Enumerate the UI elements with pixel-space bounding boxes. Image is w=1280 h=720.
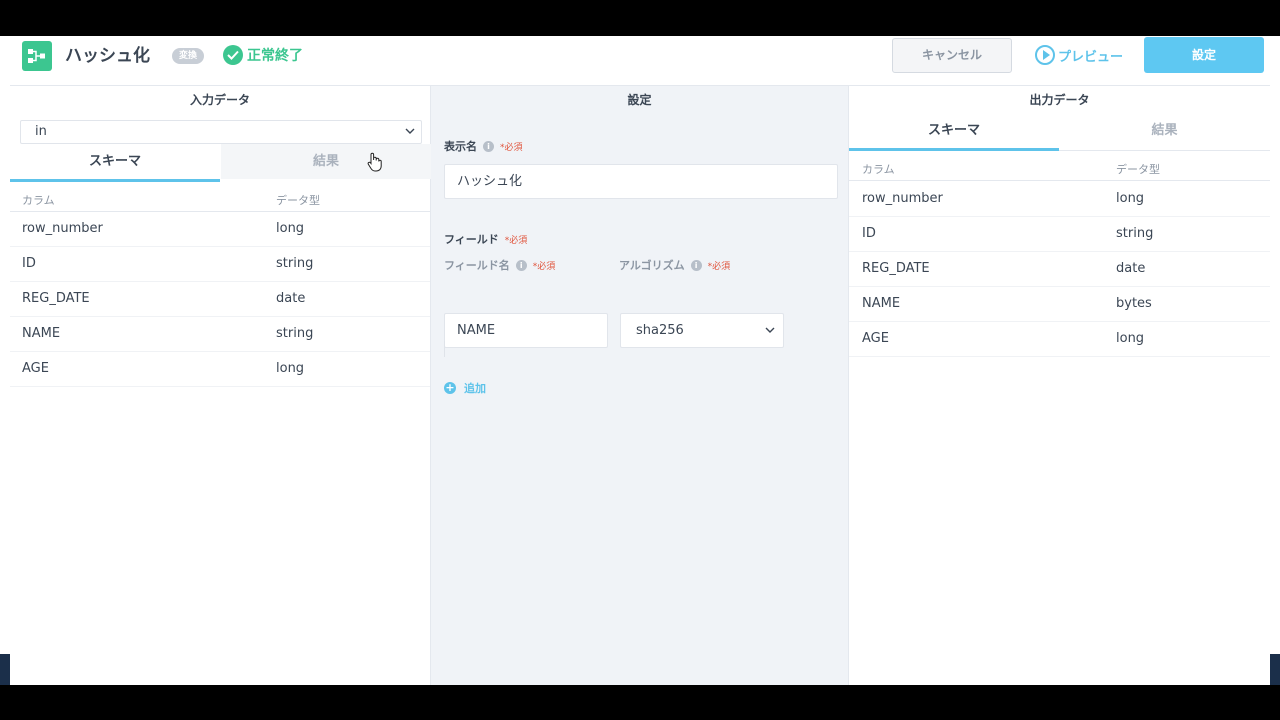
output-panel-title: 出力データ	[1029, 93, 1090, 107]
tab-input-result[interactable]: 結果	[221, 144, 431, 179]
required-mark: *必須	[500, 142, 523, 153]
output-tabs: スキーマ 結果	[849, 113, 1270, 151]
add-field-button[interactable]: + 追加	[444, 380, 486, 396]
column-type: long	[276, 221, 305, 236]
info-icon: i	[483, 140, 494, 152]
status-badge: 正常終了	[223, 44, 303, 66]
field-name-label-text: フィールド名	[444, 259, 510, 272]
hash-node-editor: ハッシュ化 変換 正常終了 キャンセル プレビュー 設定 入力データ in スキ…	[10, 36, 1270, 685]
bottom-letterbox	[0, 685, 1280, 720]
column-name: row_number	[862, 191, 943, 206]
table-row: row_number long	[849, 182, 1270, 217]
chevron-down-icon	[405, 128, 415, 134]
table-row: AGE long	[849, 322, 1270, 357]
field-name-label: フィールド名 i *必須	[444, 257, 555, 273]
table-row: NAME bytes	[849, 287, 1270, 322]
table-row: ID string	[10, 247, 430, 282]
required-mark: *必須	[707, 261, 731, 272]
column-header: カラム	[22, 194, 55, 207]
column-name: ID	[862, 226, 876, 241]
check-circle-icon	[223, 45, 243, 65]
tab-output-result[interactable]: 結果	[1059, 113, 1270, 151]
page-title: ハッシュ化	[65, 46, 150, 66]
cancel-button[interactable]: キャンセル	[892, 38, 1012, 73]
column-type: string	[1116, 226, 1154, 241]
settings-panel: 設定 表示名 i *必須 ハッシュ化 フィールド *必須 フィールド名 i *必…	[431, 86, 849, 685]
display-name-label-text: 表示名	[444, 140, 477, 153]
input-panel-title: 入力データ	[189, 93, 250, 107]
input-source-select[interactable]: in	[20, 120, 422, 144]
required-mark: *必須	[532, 261, 556, 272]
save-settings-button[interactable]: 設定	[1144, 37, 1264, 73]
table-row: ID string	[849, 217, 1270, 252]
table-row: AGE long	[10, 352, 430, 387]
flow-node-icon	[22, 41, 52, 71]
column-name: NAME	[862, 296, 901, 311]
column-name: REG_DATE	[22, 291, 90, 306]
column-type: string	[276, 256, 314, 271]
table-row: row_number long	[10, 212, 430, 247]
column-type: date	[1116, 261, 1146, 276]
output-data-panel: 出力データ スキーマ 結果 カラム データ型 row_number long I…	[849, 86, 1270, 685]
hand-cursor-icon	[367, 152, 382, 172]
output-column-header: カラム データ型	[849, 155, 1270, 181]
input-column-header: カラム データ型	[10, 186, 430, 212]
input-data-panel: 入力データ in スキーマ 結果 カラム データ型 row_number lon…	[10, 86, 431, 685]
status-text: 正常終了	[247, 48, 303, 64]
preview-button[interactable]: プレビュー	[1035, 44, 1123, 66]
tab-input-schema[interactable]: スキーマ	[10, 144, 220, 182]
column-header: カラム	[862, 163, 895, 176]
column-type: string	[276, 326, 314, 341]
column-type: bytes	[1116, 296, 1152, 311]
type-header: データ型	[1116, 163, 1160, 176]
type-header: データ型	[276, 194, 320, 207]
column-name: AGE	[862, 331, 889, 346]
tab-output-schema[interactable]: スキーマ	[849, 113, 1059, 151]
input-source-value: in	[35, 124, 47, 139]
field-name-input[interactable]: NAME	[444, 313, 608, 348]
column-name: row_number	[22, 221, 103, 236]
column-type: long	[1116, 191, 1145, 206]
plus-icon: +	[444, 381, 456, 394]
preview-label: プレビュー	[1058, 49, 1124, 65]
node-type-badge: 変換	[172, 48, 205, 64]
info-icon: i	[690, 259, 702, 271]
algorithm-select[interactable]: sha256	[620, 313, 784, 348]
column-type: long	[1116, 331, 1145, 346]
column-name: REG_DATE	[862, 261, 930, 276]
add-field-label: 追加	[464, 382, 486, 395]
required-mark: *必須	[504, 235, 528, 246]
algorithm-label: アルゴリズム i *必須	[619, 257, 730, 273]
column-type: long	[276, 361, 305, 376]
display-name-label: 表示名 i *必須	[444, 138, 523, 154]
table-row: REG_DATE date	[10, 282, 430, 317]
fields-label: フィールド *必須	[444, 231, 527, 247]
settings-panel-title: 設定	[627, 93, 652, 107]
column-name: AGE	[22, 361, 49, 376]
algorithm-value: sha256	[636, 323, 684, 338]
left-edge	[0, 36, 10, 685]
top-letterbox	[0, 0, 1280, 36]
algorithm-label-text: アルゴリズム	[619, 259, 685, 272]
display-name-input[interactable]: ハッシュ化	[444, 164, 838, 199]
play-circle-icon	[1035, 45, 1055, 65]
column-type: date	[276, 291, 306, 306]
column-name: NAME	[22, 326, 61, 341]
fields-label-text: フィールド	[444, 233, 499, 246]
info-icon: i	[515, 259, 527, 271]
table-row: NAME string	[10, 317, 430, 352]
chevron-down-icon	[765, 327, 775, 333]
field-row-divider	[444, 341, 445, 357]
header: ハッシュ化 変換 正常終了 キャンセル プレビュー 設定	[10, 36, 1270, 86]
table-row: REG_DATE date	[849, 252, 1270, 287]
column-name: ID	[22, 256, 36, 271]
right-edge	[1270, 36, 1280, 685]
